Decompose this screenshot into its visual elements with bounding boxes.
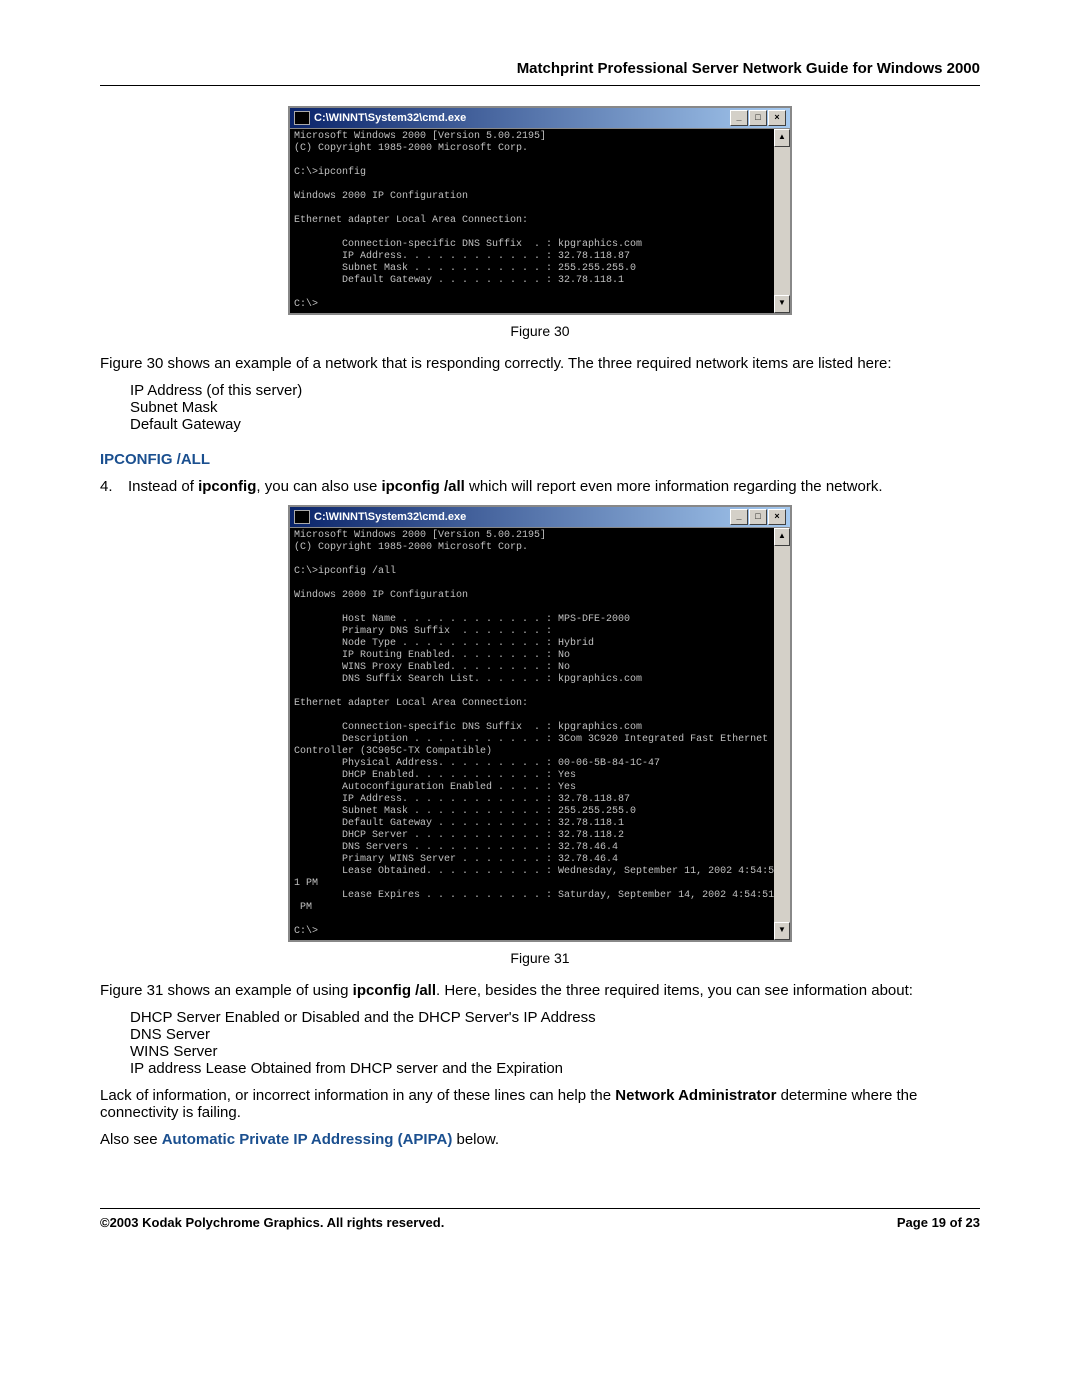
minimize-button[interactable]: _ — [730, 509, 748, 525]
text-run: below. — [452, 1131, 499, 1148]
cmd-body-wrap: Microsoft Windows 2000 [Version 5.00.219… — [290, 129, 790, 313]
figure-caption-31: Figure 31 — [100, 950, 980, 966]
scroll-down-icon[interactable]: ▼ — [774, 295, 790, 313]
page-header-title: Matchprint Professional Server Network G… — [100, 60, 980, 77]
list-ipconfig-all-items: DHCP Server Enabled or Disabled and the … — [130, 1009, 980, 1077]
scroll-up-icon[interactable]: ▲ — [774, 129, 790, 147]
cmd-output: Microsoft Windows 2000 [Version 5.00.219… — [290, 528, 774, 940]
cmd-window-controls: _ □ × — [729, 110, 786, 126]
cmd-title-left: C:\WINNT\System32\cmd.exe — [294, 510, 466, 524]
text-run: . Here, besides the three required items… — [436, 982, 913, 999]
paragraph: Also see Automatic Private IP Addressing… — [100, 1131, 980, 1148]
cmd-titlebar: C:\WINNT\System32\cmd.exe _ □ × — [290, 507, 790, 528]
step-number: 4. — [100, 478, 128, 495]
footer-copyright: ©2003 Kodak Polychrome Graphics. All rig… — [100, 1215, 444, 1230]
section-heading-ipconfig-all: IPCONFIG /ALL — [100, 451, 980, 468]
list-item: DHCP Server Enabled or Disabled and the … — [130, 1009, 980, 1026]
cmd-prompt-icon — [294, 510, 310, 524]
cmd-window-ipconfig-all: C:\WINNT\System32\cmd.exe _ □ × Microsof… — [288, 505, 792, 942]
minimize-button[interactable]: _ — [730, 110, 748, 126]
scroll-up-icon[interactable]: ▲ — [774, 528, 790, 546]
maximize-button[interactable]: □ — [749, 509, 767, 525]
text-run: Instead of — [128, 478, 198, 495]
page-footer: ©2003 Kodak Polychrome Graphics. All rig… — [100, 1208, 980, 1230]
list-item: IP address Lease Obtained from DHCP serv… — [130, 1060, 980, 1077]
bold-run: Network Administrator — [615, 1087, 776, 1104]
figure-caption-30: Figure 30 — [100, 323, 980, 339]
cmd-title-text: C:\WINNT\System32\cmd.exe — [314, 511, 466, 523]
paragraph: Figure 30 shows an example of a network … — [100, 355, 980, 372]
text-run: Lack of information, or incorrect inform… — [100, 1087, 615, 1104]
page: Matchprint Professional Server Network G… — [0, 0, 1080, 1270]
text-run: , you can also use — [256, 478, 381, 495]
maximize-button[interactable]: □ — [749, 110, 767, 126]
cmd-window-ipconfig: C:\WINNT\System32\cmd.exe _ □ × Microsof… — [288, 106, 792, 315]
cmd-window-controls: _ □ × — [729, 509, 786, 525]
list-item: Subnet Mask — [130, 399, 980, 416]
bold-run: ipconfig — [198, 478, 256, 495]
header-rule — [100, 85, 980, 86]
cmd-scrollbar[interactable]: ▲ ▼ — [774, 129, 790, 313]
footer-page-number: Page 19 of 23 — [897, 1215, 980, 1230]
step-text: Instead of ipconfig, you can also use ip… — [128, 478, 980, 495]
cmd-output: Microsoft Windows 2000 [Version 5.00.219… — [290, 129, 774, 313]
list-item: Default Gateway — [130, 416, 980, 433]
list-required-items: IP Address (of this server) Subnet Mask … — [130, 382, 980, 433]
text-run: Figure 31 shows an example of using — [100, 982, 353, 999]
link-apipa[interactable]: Automatic Private IP Addressing (APIPA) — [162, 1131, 453, 1148]
paragraph: Figure 31 shows an example of using ipco… — [100, 982, 980, 999]
scroll-down-icon[interactable]: ▼ — [774, 922, 790, 940]
list-item: WINS Server — [130, 1043, 980, 1060]
list-item: IP Address (of this server) — [130, 382, 980, 399]
cmd-body-wrap: Microsoft Windows 2000 [Version 5.00.219… — [290, 528, 790, 940]
bold-run: ipconfig /all — [353, 982, 436, 999]
close-button[interactable]: × — [768, 509, 786, 525]
text-run: Also see — [100, 1131, 162, 1148]
paragraph: Lack of information, or incorrect inform… — [100, 1087, 980, 1121]
list-item: DNS Server — [130, 1026, 980, 1043]
text-run: which will report even more information … — [465, 478, 883, 495]
cmd-title-left: C:\WINNT\System32\cmd.exe — [294, 111, 466, 125]
bold-run: ipconfig /all — [381, 478, 464, 495]
step-4: 4. Instead of ipconfig, you can also use… — [100, 478, 980, 495]
cmd-title-text: C:\WINNT\System32\cmd.exe — [314, 112, 466, 124]
cmd-scrollbar[interactable]: ▲ ▼ — [774, 528, 790, 940]
cmd-titlebar: C:\WINNT\System32\cmd.exe _ □ × — [290, 108, 790, 129]
cmd-prompt-icon — [294, 111, 310, 125]
close-button[interactable]: × — [768, 110, 786, 126]
